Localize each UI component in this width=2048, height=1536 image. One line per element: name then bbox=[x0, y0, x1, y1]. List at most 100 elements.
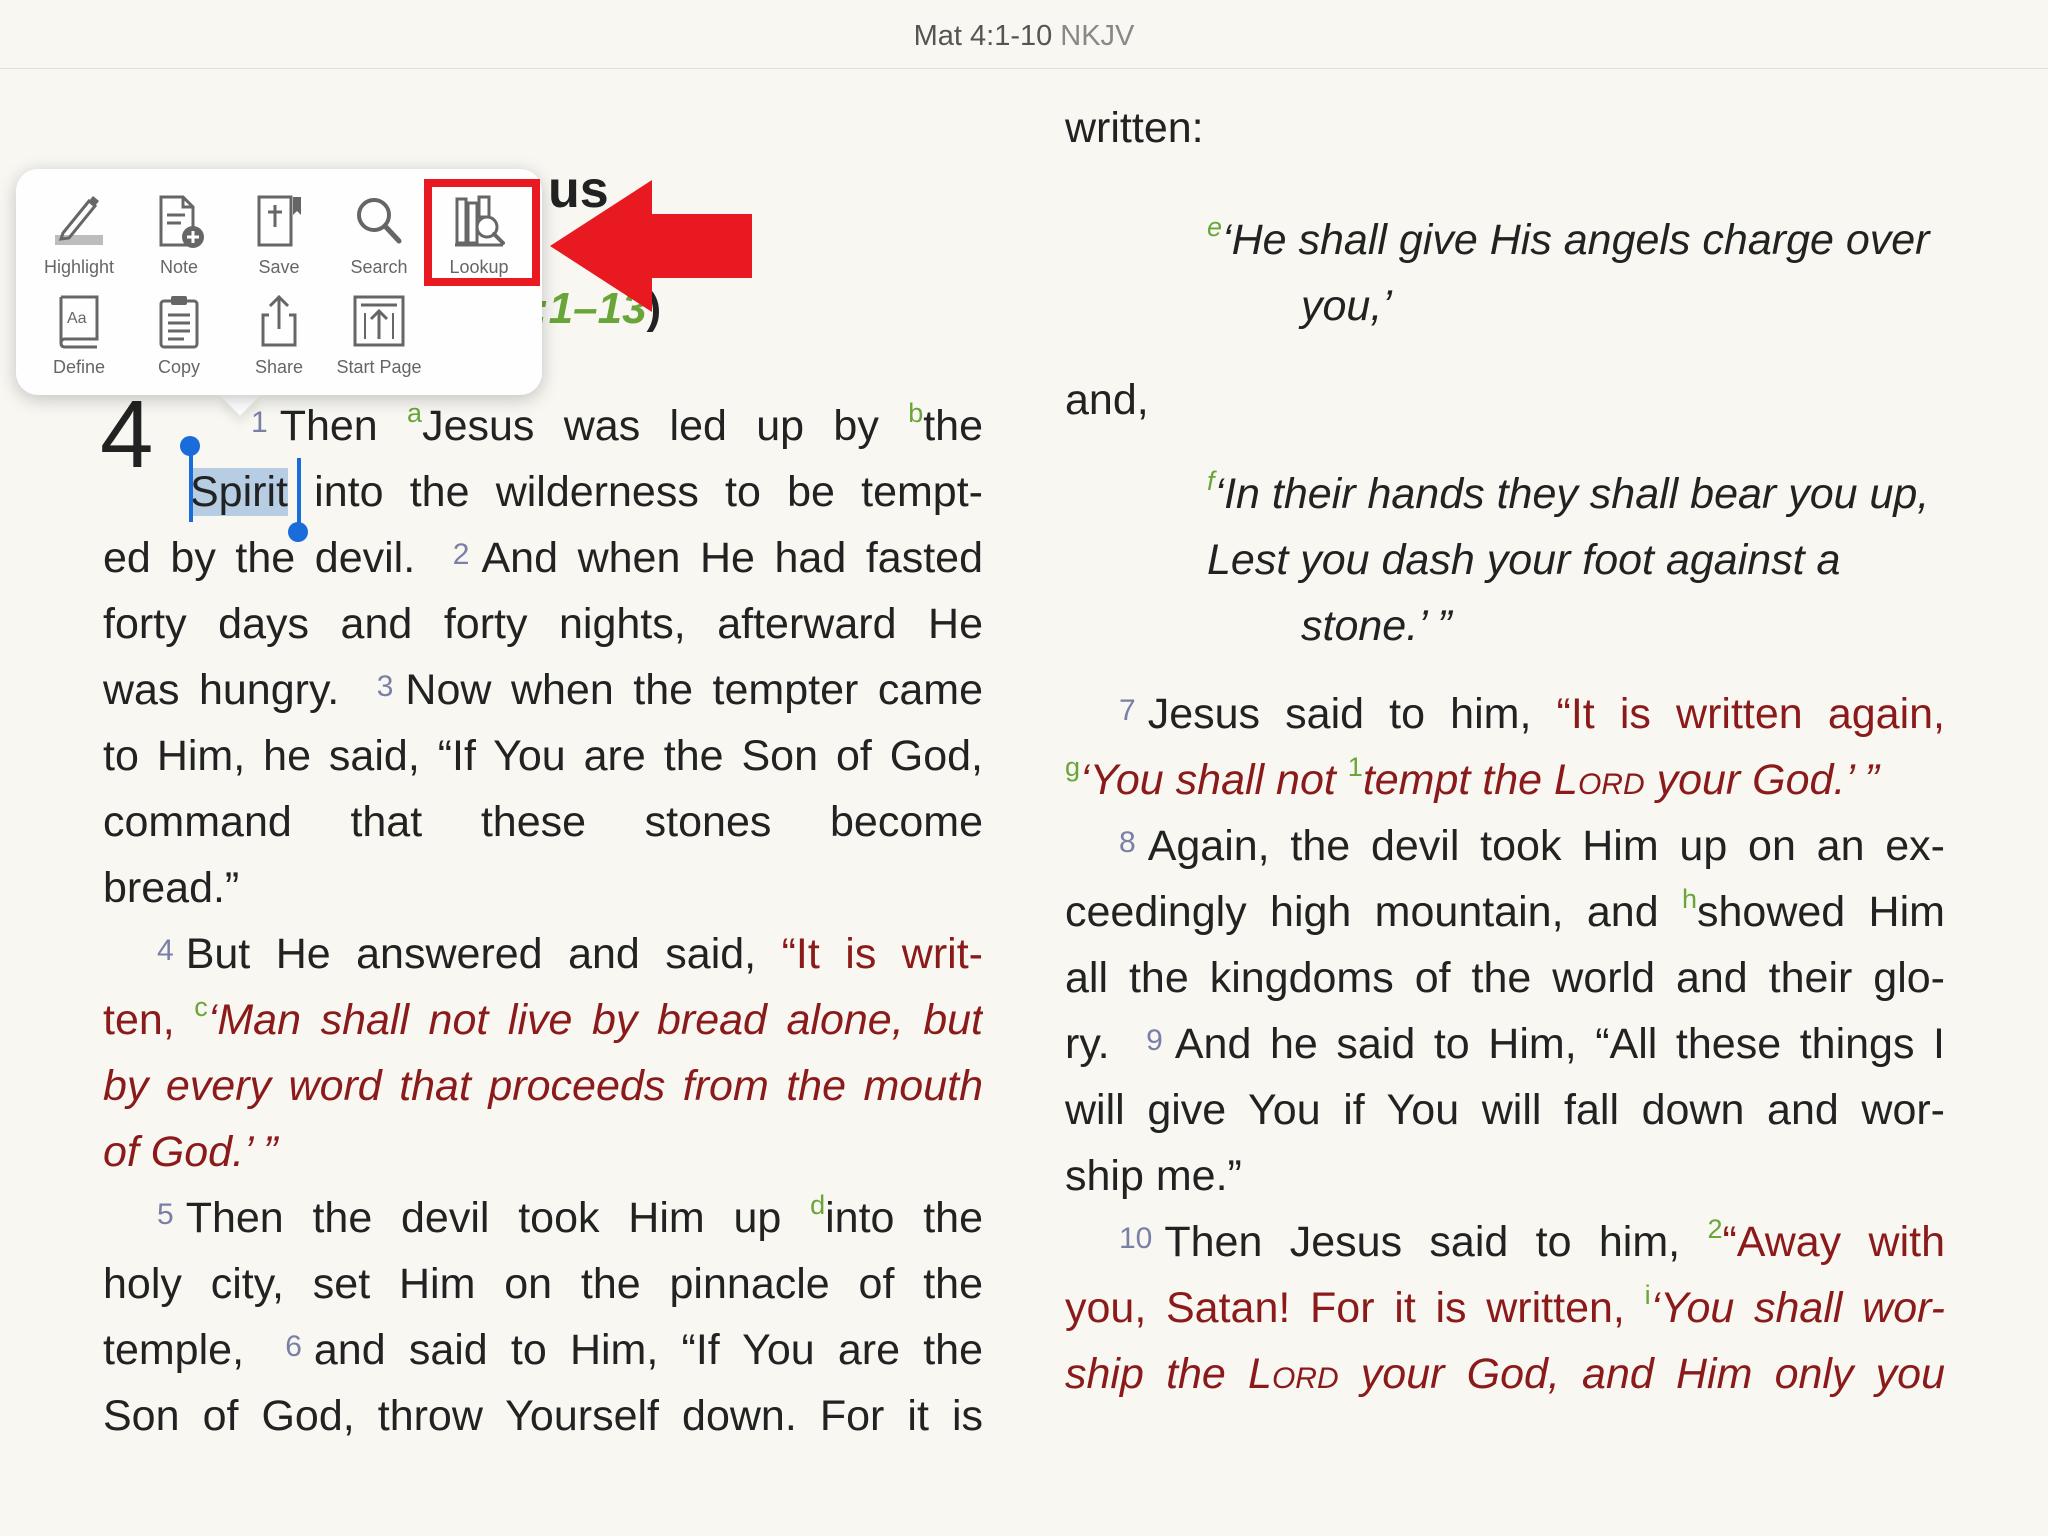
bible-version[interactable]: NKJV bbox=[1060, 20, 1134, 52]
text-line: you, Satan! For it is written, i‘You sha… bbox=[1065, 1275, 1945, 1341]
copy-label: Copy bbox=[157, 357, 201, 377]
text-line: forty days and forty nights, afterward H… bbox=[103, 600, 983, 648]
verse-number[interactable]: 5 bbox=[157, 1198, 174, 1231]
verse-text: showed Him bbox=[1697, 888, 1945, 936]
quote-line: you,’ bbox=[1301, 282, 1392, 330]
clipboard-icon bbox=[159, 296, 199, 349]
verse-text: ry. bbox=[1065, 1020, 1110, 1068]
verse-text: ed by the devil. bbox=[103, 534, 416, 582]
verse-text: And he said to Him, “All these things I bbox=[1174, 1020, 1945, 1068]
verse-text: ceedingly high mountain, and bbox=[1065, 888, 1682, 936]
verse-number[interactable]: 4 bbox=[157, 934, 174, 967]
words-of-christ: ten, bbox=[103, 996, 195, 1044]
verse-text: Then Jesus said to him, bbox=[1164, 1218, 1708, 1266]
search-button[interactable]: Search bbox=[330, 183, 428, 281]
verse-number[interactable]: 3 bbox=[377, 670, 394, 703]
text-line: 7 Jesus said to him, “It is written again… bbox=[1065, 681, 1945, 747]
text-line: will give You if You will fall down and … bbox=[1065, 1086, 1945, 1134]
text-line: all the kingdoms of the world and their … bbox=[1065, 954, 1945, 1002]
quote-line: Lest you dash your foot against a bbox=[1207, 536, 1841, 584]
words-of-christ: you, Satan! For it is written, bbox=[1065, 1284, 1645, 1332]
right-text-column: written: e‘He shall give His angels char… bbox=[1065, 95, 1945, 1407]
svg-text:Aa: Aa bbox=[67, 310, 87, 327]
verse-number[interactable]: 6 bbox=[285, 1330, 302, 1363]
words-of-christ: Lord bbox=[1248, 1350, 1339, 1398]
text-line: command that these stones become bbox=[103, 798, 983, 846]
selected-word[interactable]: Spirit bbox=[190, 468, 288, 516]
text-line: to Him, he said, “If You are the Son of … bbox=[103, 732, 983, 780]
define-label: Define bbox=[52, 357, 106, 377]
words-of-christ: “Away with bbox=[1722, 1218, 1945, 1266]
verse-text: But He answered and said, bbox=[185, 930, 782, 978]
quote-line: stone.’ ” bbox=[1301, 602, 1452, 650]
quote-line: f‘In their hands they shall bear you up, bbox=[1065, 461, 1945, 527]
passage-reference[interactable]: Mat 4:1-10 bbox=[914, 20, 1053, 52]
footnote-marker[interactable]: e bbox=[1207, 212, 1222, 242]
annotation-arrow-icon bbox=[550, 180, 752, 312]
footnote-marker[interactable]: a bbox=[407, 398, 422, 428]
highlight-label: Highlight bbox=[43, 257, 115, 277]
verse-text: Again, the devil took Him up on an ex- bbox=[1147, 822, 1945, 870]
selection-end-caret[interactable] bbox=[297, 458, 301, 530]
footnote-marker[interactable]: i bbox=[1645, 1280, 1651, 1310]
reference-bar[interactable]: Mat 4:1-10 NKJV bbox=[0, 0, 2048, 69]
text-line: 5 Then the devil took Him up dinto the bbox=[103, 1185, 983, 1251]
verse-number[interactable]: 7 bbox=[1119, 694, 1136, 727]
text-line: ten, c‘Man shall not live by bread alone… bbox=[103, 987, 983, 1053]
verse-number[interactable]: 10 bbox=[1119, 1222, 1152, 1255]
footnote-marker[interactable]: d bbox=[810, 1190, 825, 1220]
verse-number[interactable]: 9 bbox=[1146, 1024, 1163, 1057]
dictionary-icon: Aa bbox=[59, 295, 99, 349]
save-button[interactable]: Save bbox=[230, 183, 328, 281]
footnote-marker[interactable]: g bbox=[1065, 752, 1080, 782]
verse-text: Jesus said to him, bbox=[1147, 690, 1557, 738]
footnote-marker[interactable]: f bbox=[1207, 466, 1215, 496]
text-line: holy city, set Him on the pinnacle of th… bbox=[103, 1260, 983, 1308]
selection-end-handle[interactable] bbox=[288, 522, 308, 542]
footnote-marker[interactable]: c bbox=[194, 992, 208, 1022]
copy-button[interactable]: Copy bbox=[130, 283, 228, 381]
selection-start-caret[interactable] bbox=[189, 450, 193, 522]
verse-text: Jesus was led up by bbox=[422, 402, 909, 450]
share-label: Share bbox=[254, 357, 304, 377]
start-page-label: Start Page bbox=[336, 357, 422, 377]
verse-text: was hungry. bbox=[103, 666, 340, 714]
text-line: ceedingly high mountain, and hshowed Him bbox=[1065, 879, 1945, 945]
note-button[interactable]: Note bbox=[130, 183, 228, 281]
share-button[interactable]: Share bbox=[230, 283, 328, 381]
note-label: Note bbox=[159, 257, 199, 277]
left-text-column: 1 Then aJesus was led up by bthe Spirit i… bbox=[103, 393, 983, 1449]
text-line: Son of God, throw Yourself down. For it … bbox=[103, 1392, 983, 1440]
text-line: ship me.” bbox=[1065, 1152, 1242, 1200]
verse-text: Then the devil took Him up bbox=[185, 1194, 811, 1242]
verse-text: Now when the tempter came bbox=[405, 666, 983, 714]
text-line: ed by the devil. 2 And when He had fasted bbox=[103, 525, 983, 591]
text-line: ry. 9 And he said to Him, “All these thin… bbox=[1065, 1011, 1945, 1077]
footnote-marker[interactable]: 1 bbox=[1348, 752, 1363, 782]
verse-number[interactable]: 2 bbox=[453, 538, 470, 571]
define-button[interactable]: Aa Define bbox=[30, 283, 128, 381]
footnote-marker[interactable]: 2 bbox=[1707, 1214, 1722, 1244]
quote-line: e‘He shall give His angels charge over bbox=[1065, 207, 1945, 273]
highlight-button[interactable]: Highlight bbox=[30, 183, 128, 281]
text-line: 4 But He answered and said, “It is writ- bbox=[103, 921, 983, 987]
share-icon bbox=[261, 294, 297, 347]
words-of-christ: your God, and Him only you bbox=[1338, 1350, 1945, 1398]
footnote-marker[interactable]: h bbox=[1682, 884, 1697, 914]
verse-number[interactable]: 8 bbox=[1119, 826, 1136, 859]
verse-text: Then bbox=[279, 402, 408, 450]
words-of-christ: tempt the bbox=[1362, 756, 1555, 804]
verse-text: temple, bbox=[103, 1326, 245, 1374]
text-line: temple, 6 and said to Him, “If You are th… bbox=[103, 1317, 983, 1383]
selection-start-handle[interactable] bbox=[180, 436, 200, 456]
footnote-marker[interactable]: b bbox=[908, 398, 923, 428]
words-of-christ: ‘You shall wor- bbox=[1650, 1284, 1945, 1332]
words-of-christ: Lord bbox=[1554, 756, 1645, 804]
words-of-christ: ‘You shall not bbox=[1080, 756, 1348, 804]
start-page-button[interactable]: Start Page bbox=[330, 283, 428, 381]
verse-number[interactable]: 1 bbox=[251, 406, 268, 439]
words-of-christ: ‘Man shall not live by bread alone, but bbox=[207, 996, 983, 1044]
text-line: was hungry. 3 Now when the tempter came bbox=[103, 657, 983, 723]
